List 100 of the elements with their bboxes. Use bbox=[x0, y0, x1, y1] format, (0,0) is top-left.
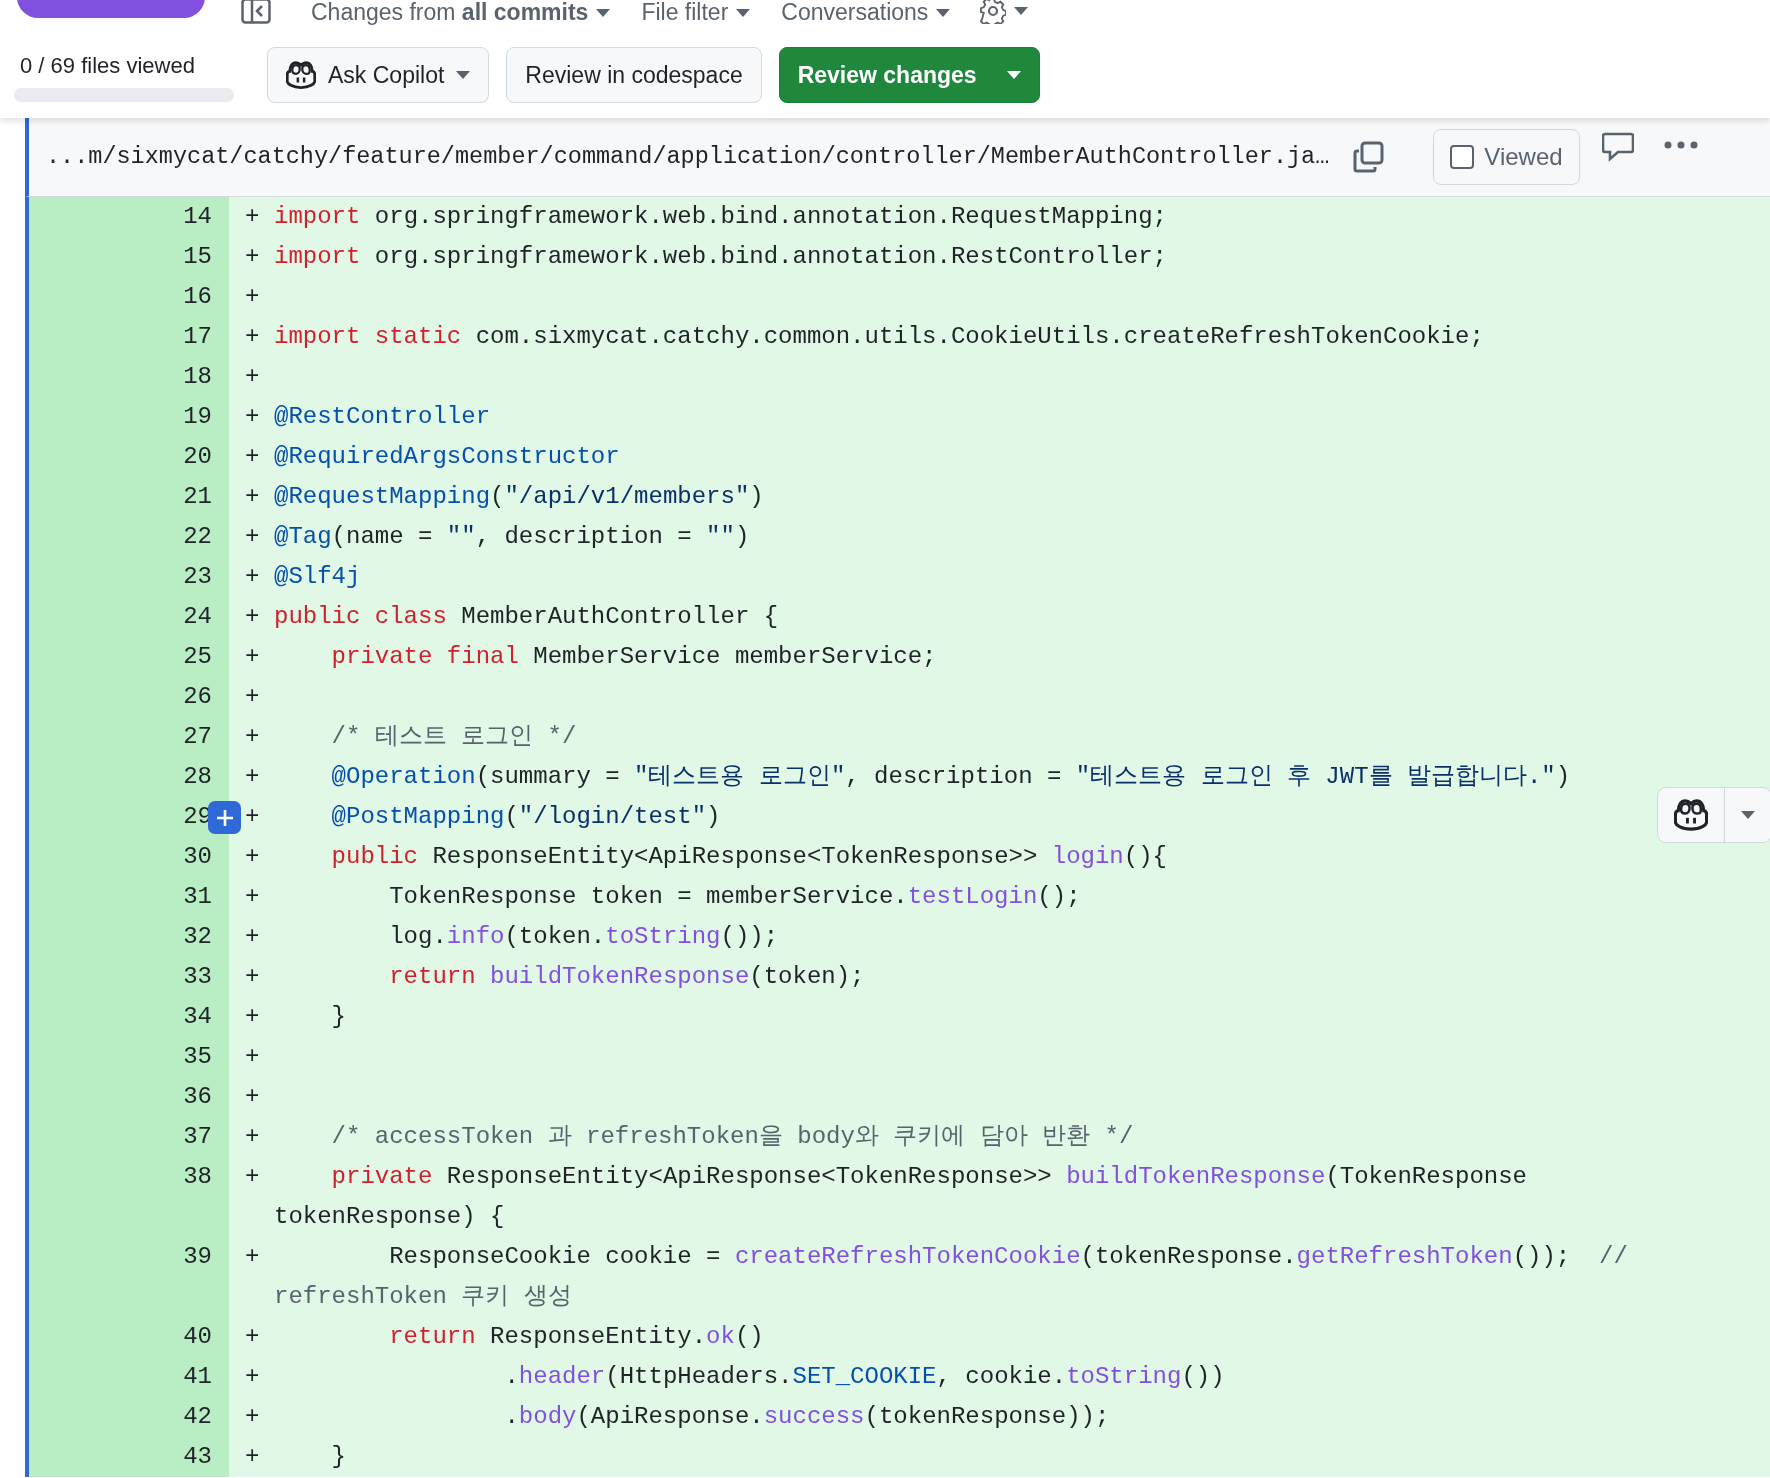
line-number: 30 bbox=[29, 837, 229, 877]
line-number: 38 bbox=[29, 1157, 229, 1237]
files-viewed-count: 0 / 69 files viewed bbox=[19, 51, 196, 80]
caret-icon bbox=[1006, 71, 1021, 79]
line-number: 36 bbox=[29, 1077, 229, 1117]
code-line: ResponseCookie cookie = createRefreshTokenCookie(tokenResponse.getRefreshToken()); // refreshToken 쿠키 생성 bbox=[274, 1242, 1629, 1312]
code-line: return buildTokenResponse(token); bbox=[388, 962, 865, 992]
review-changes-button[interactable]: Review changes bbox=[778, 47, 1040, 103]
codespace-button[interactable]: Review in codespace bbox=[506, 47, 762, 103]
changes-dropdown[interactable]: Changes from all commits bbox=[311, 1, 611, 24]
add-comment-button[interactable] bbox=[208, 801, 241, 834]
code-line: private ResponseEntity<ApiResponse<TokenResponse>> buildTokenResponse(TokenResponse tokenResponse) { bbox=[274, 1162, 1529, 1232]
line-number: 32 bbox=[29, 917, 229, 957]
code-line: /* accessToken 과 refreshToken을 body와 쿠키에 담아 반환 */ bbox=[330, 1122, 1134, 1152]
plus-icon bbox=[214, 807, 235, 828]
line-number: 31 bbox=[29, 877, 229, 917]
code-line: .body(ApiResponse.success(tokenResponse)); bbox=[503, 1402, 1110, 1432]
diff-sign: + bbox=[244, 1442, 261, 1472]
line-number: 28 bbox=[29, 757, 229, 797]
diff-sign: + bbox=[244, 482, 261, 512]
line-number: 37 bbox=[29, 1117, 229, 1157]
line-number: 20 bbox=[29, 437, 229, 477]
caret-icon bbox=[736, 8, 751, 17]
diff-sign: + bbox=[244, 442, 261, 472]
comment-icon bbox=[1601, 132, 1634, 162]
code-line: @Tag(name = "", description = "") bbox=[274, 522, 750, 552]
diff-sign: + bbox=[244, 562, 261, 592]
line-number: 42 bbox=[29, 1397, 229, 1437]
diff-sign: + bbox=[244, 242, 261, 272]
diff-sign: + bbox=[244, 202, 261, 232]
sidebar-toggle-icon bbox=[241, 0, 271, 24]
code-line: /* 테스트 로그인 */ bbox=[330, 722, 577, 752]
code-line: TokenResponse token = memberService.testLogin(); bbox=[388, 882, 1081, 912]
code-line: @RestController bbox=[274, 402, 491, 432]
filter-dropdown[interactable]: File filter bbox=[641, 1, 751, 24]
settings-button[interactable] bbox=[980, 0, 1029, 24]
diff-sign: + bbox=[244, 1122, 261, 1152]
line-number: 26 bbox=[29, 677, 229, 717]
copy-icon bbox=[1353, 141, 1386, 173]
line-number: 14 bbox=[29, 197, 229, 237]
code-line: } bbox=[330, 1002, 346, 1032]
line-number: 22 bbox=[29, 517, 229, 557]
file-path: ...m/sixmycat/catchy/feature/member/command/application/controller/MemberAuthController.ja… bbox=[45, 142, 1330, 173]
line-number: 19 bbox=[29, 397, 229, 437]
code-line: public ResponseEntity<ApiResponse<TokenResponse>> login(){ bbox=[330, 842, 1167, 872]
diff-sign: + bbox=[244, 1362, 261, 1392]
diff-sign: + bbox=[244, 1042, 261, 1072]
diff-sign: + bbox=[244, 362, 261, 392]
line-number: 23 bbox=[29, 557, 229, 597]
line-number: 43 bbox=[29, 1437, 229, 1477]
line-number: 41 bbox=[29, 1357, 229, 1397]
caret-icon bbox=[456, 71, 471, 79]
line-number: 25 bbox=[29, 637, 229, 677]
line-number: 35 bbox=[29, 1037, 229, 1077]
code-line: @RequiredArgsConstructor bbox=[274, 442, 620, 472]
code-line: @RequestMapping("/api/v1/members") bbox=[274, 482, 764, 512]
gear-icon bbox=[980, 0, 1007, 24]
diff-sign: + bbox=[244, 522, 261, 552]
line-number: 40 bbox=[29, 1317, 229, 1357]
checkbox[interactable] bbox=[1450, 145, 1475, 169]
code-line: import org.springframework.web.bind.annotation.RequestMapping; bbox=[274, 202, 1167, 232]
diff-sign: + bbox=[244, 1402, 261, 1432]
diff-sign: + bbox=[244, 802, 261, 832]
diff-sign: + bbox=[244, 1002, 261, 1032]
filter-dropdown[interactable]: Conversations bbox=[781, 1, 951, 24]
code-line: return ResponseEntity.ok() bbox=[388, 1322, 764, 1352]
diff-sign: + bbox=[244, 922, 261, 952]
diff-sign: + bbox=[244, 322, 261, 352]
diff-sign: + bbox=[244, 402, 261, 432]
diff-sign: + bbox=[244, 962, 261, 992]
code-line: @PostMapping("/login/test") bbox=[330, 802, 721, 832]
code-line: import static com.sixmycat.catchy.common.utils.CookieUtils.createRefreshTokenCookie; bbox=[274, 322, 1484, 352]
diff-sign: + bbox=[244, 842, 261, 872]
diff-sign: + bbox=[244, 602, 261, 632]
diff-sign: + bbox=[244, 282, 261, 312]
line-number: 21 bbox=[29, 477, 229, 517]
diff-sign: + bbox=[244, 642, 261, 672]
code-line: @Operation(summary = "테스트용 로그인", description = "테스트용 로그인 후 JWT를 발급합니다.") bbox=[330, 762, 1571, 792]
more-options-icon bbox=[1663, 141, 1698, 149]
code-line: @Slf4j bbox=[274, 562, 361, 592]
caret-icon bbox=[1014, 7, 1029, 15]
diff-sign: + bbox=[244, 1322, 261, 1352]
line-number: 16 bbox=[29, 277, 229, 317]
diff-sign: + bbox=[244, 882, 261, 912]
line-number: 15 bbox=[29, 237, 229, 277]
code-line: log.info(token.toString()); bbox=[388, 922, 779, 952]
caret-icon bbox=[1741, 811, 1755, 819]
code-line: private final MemberService memberService; bbox=[330, 642, 937, 672]
copilot-icon bbox=[286, 60, 316, 90]
code-line: public class MemberAuthController { bbox=[274, 602, 779, 632]
ask-copilot-button[interactable]: Ask Copilot bbox=[267, 47, 490, 103]
line-number: 17 bbox=[29, 317, 229, 357]
diff-sign: + bbox=[244, 1082, 261, 1112]
line-number: 39 bbox=[29, 1237, 229, 1317]
caret-icon bbox=[936, 8, 951, 17]
line-number: 18 bbox=[29, 357, 229, 397]
diff-sign: + bbox=[244, 1162, 261, 1192]
code-line: } bbox=[330, 1442, 346, 1472]
viewed-toggle[interactable]: Viewed bbox=[1433, 129, 1580, 185]
diff-sign: + bbox=[244, 1242, 261, 1272]
